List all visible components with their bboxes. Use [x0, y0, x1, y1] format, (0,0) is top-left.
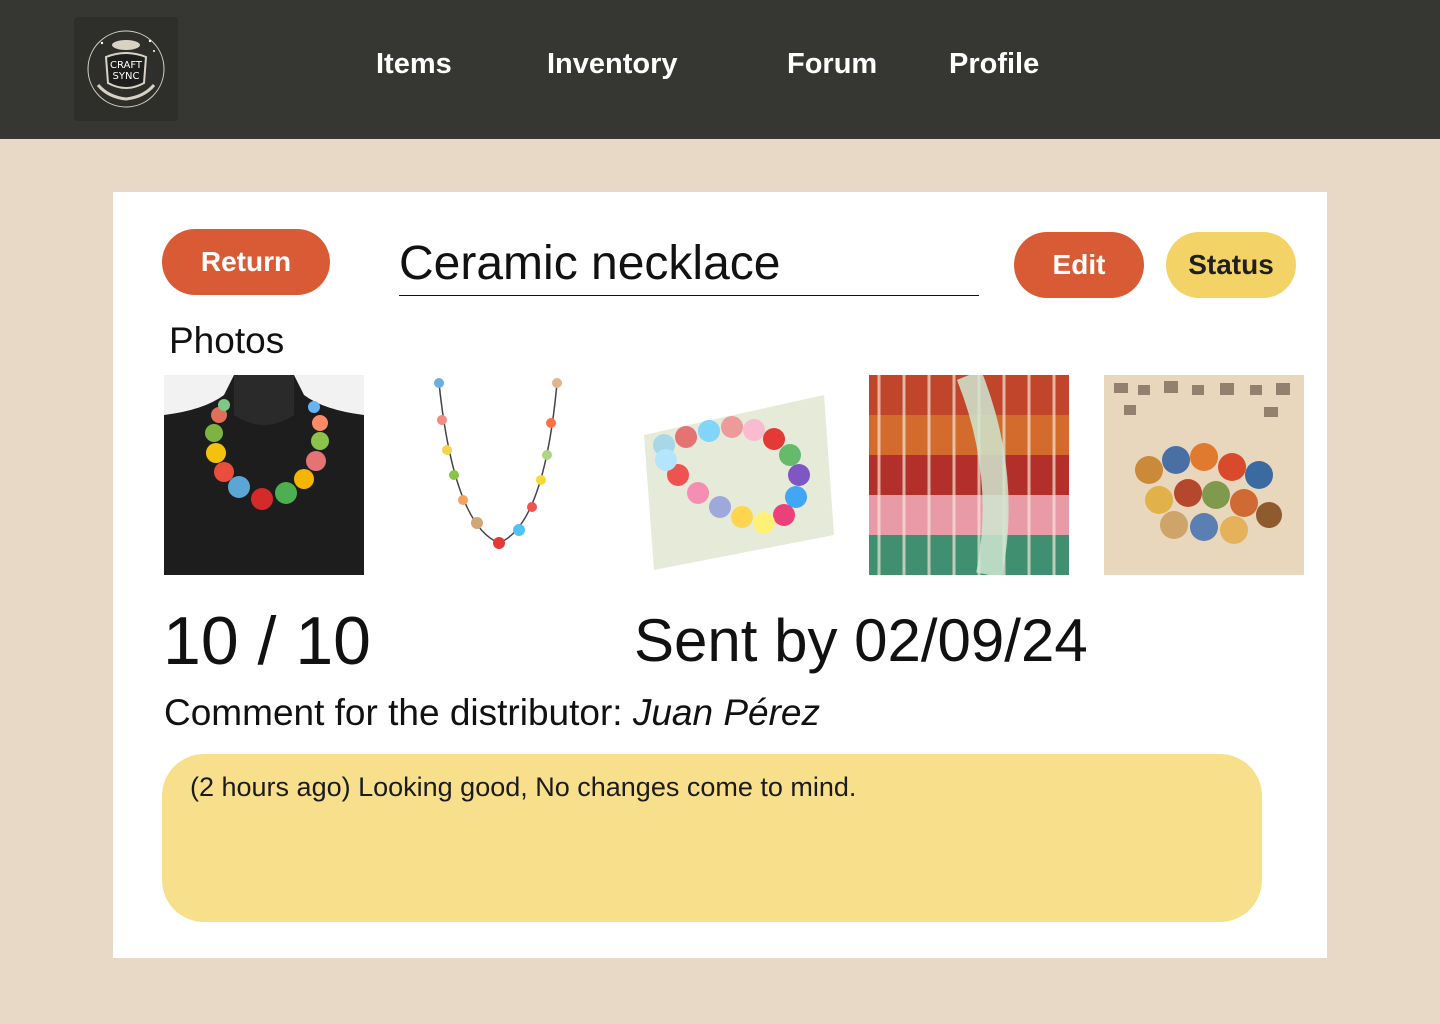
status-button[interactable]: Status	[1166, 232, 1296, 298]
item-photo-1[interactable]	[164, 375, 364, 575]
nav-forum[interactable]: Forum	[787, 48, 877, 81]
comment-label: Comment for the distributor:	[164, 692, 623, 733]
nav-items[interactable]: Items	[376, 48, 452, 81]
item-detail-card: Return Ceramic necklace Edit Status Phot…	[113, 192, 1327, 958]
top-navigation-bar: CRAFT SYNC Items Inventory Forum Profile	[0, 0, 1440, 139]
item-title[interactable]: Ceramic necklace	[399, 234, 979, 296]
cauldron-logo-icon: CRAFT SYNC	[87, 30, 165, 108]
return-button[interactable]: Return	[162, 229, 330, 295]
quantity-readout: 10 / 10	[163, 603, 371, 679]
photo-glossy-beads	[634, 375, 834, 575]
edit-button[interactable]: Edit	[1014, 232, 1144, 298]
comment-box[interactable]: (2 hours ago) Looking good, No changes c…	[162, 754, 1262, 922]
comment-heading: Comment for the distributor: Juan Pérez	[164, 692, 820, 734]
logo-text-sync: SYNC	[113, 71, 140, 82]
photo-necklace-white	[399, 375, 599, 575]
logo-text-craft: CRAFT	[110, 60, 143, 71]
item-photo-5[interactable]	[1104, 375, 1304, 575]
comment-text: (2 hours ago) Looking good, No changes c…	[190, 772, 857, 802]
item-photo-4[interactable]	[869, 375, 1069, 575]
craft-sync-logo[interactable]: CRAFT SYNC	[74, 17, 178, 121]
item-photo-2[interactable]	[399, 375, 599, 575]
photos-heading: Photos	[169, 320, 285, 361]
item-photo-3[interactable]	[634, 375, 834, 575]
nav-profile[interactable]: Profile	[949, 48, 1039, 81]
distributor-name: Juan Pérez	[632, 692, 821, 733]
photo-striped-beads	[869, 375, 1069, 575]
nav-inventory[interactable]: Inventory	[547, 48, 678, 81]
sent-by-date: Sent by 02/09/24	[634, 607, 1088, 674]
photo-loose-beads	[1104, 375, 1304, 575]
photo-necklace-bust	[164, 375, 364, 575]
